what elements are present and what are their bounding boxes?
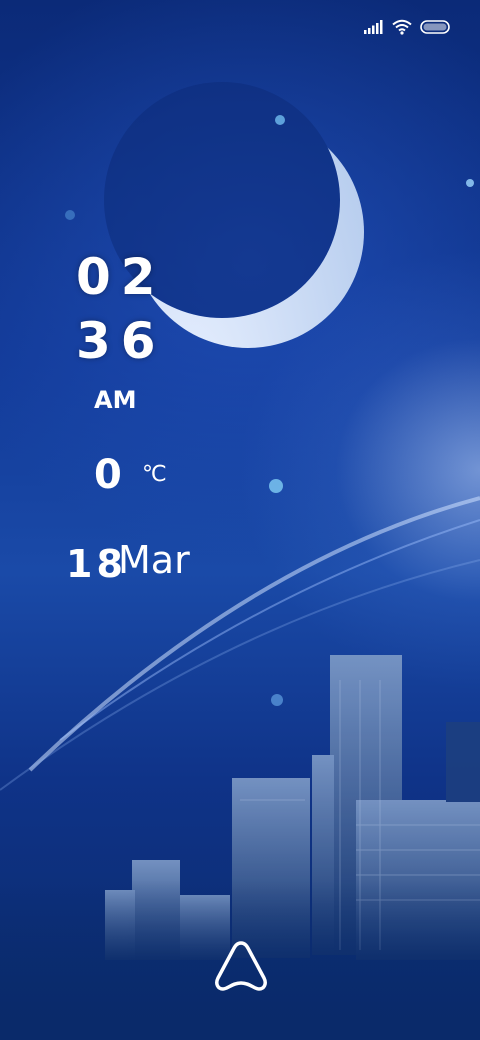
wifi-icon xyxy=(392,19,412,35)
clock-hour: 02 xyxy=(76,248,166,306)
clock: 02 36 xyxy=(70,245,170,373)
temperature-value: 0 xyxy=(94,452,122,498)
clock-minute: 36 xyxy=(76,312,166,370)
temperature-unit: ℃ xyxy=(142,462,167,487)
signal-icon xyxy=(364,20,383,34)
wallpaper xyxy=(0,0,480,1040)
lock-screen: 02 36 AM 0 ℃ 18 Mar xyxy=(0,0,480,1040)
unlock-button[interactable] xyxy=(212,938,270,994)
clock-period: AM xyxy=(94,386,137,414)
date-month: Mar xyxy=(118,538,190,582)
unlock-arrow-icon xyxy=(215,941,267,991)
battery-icon xyxy=(420,20,450,34)
status-bar xyxy=(364,14,452,40)
